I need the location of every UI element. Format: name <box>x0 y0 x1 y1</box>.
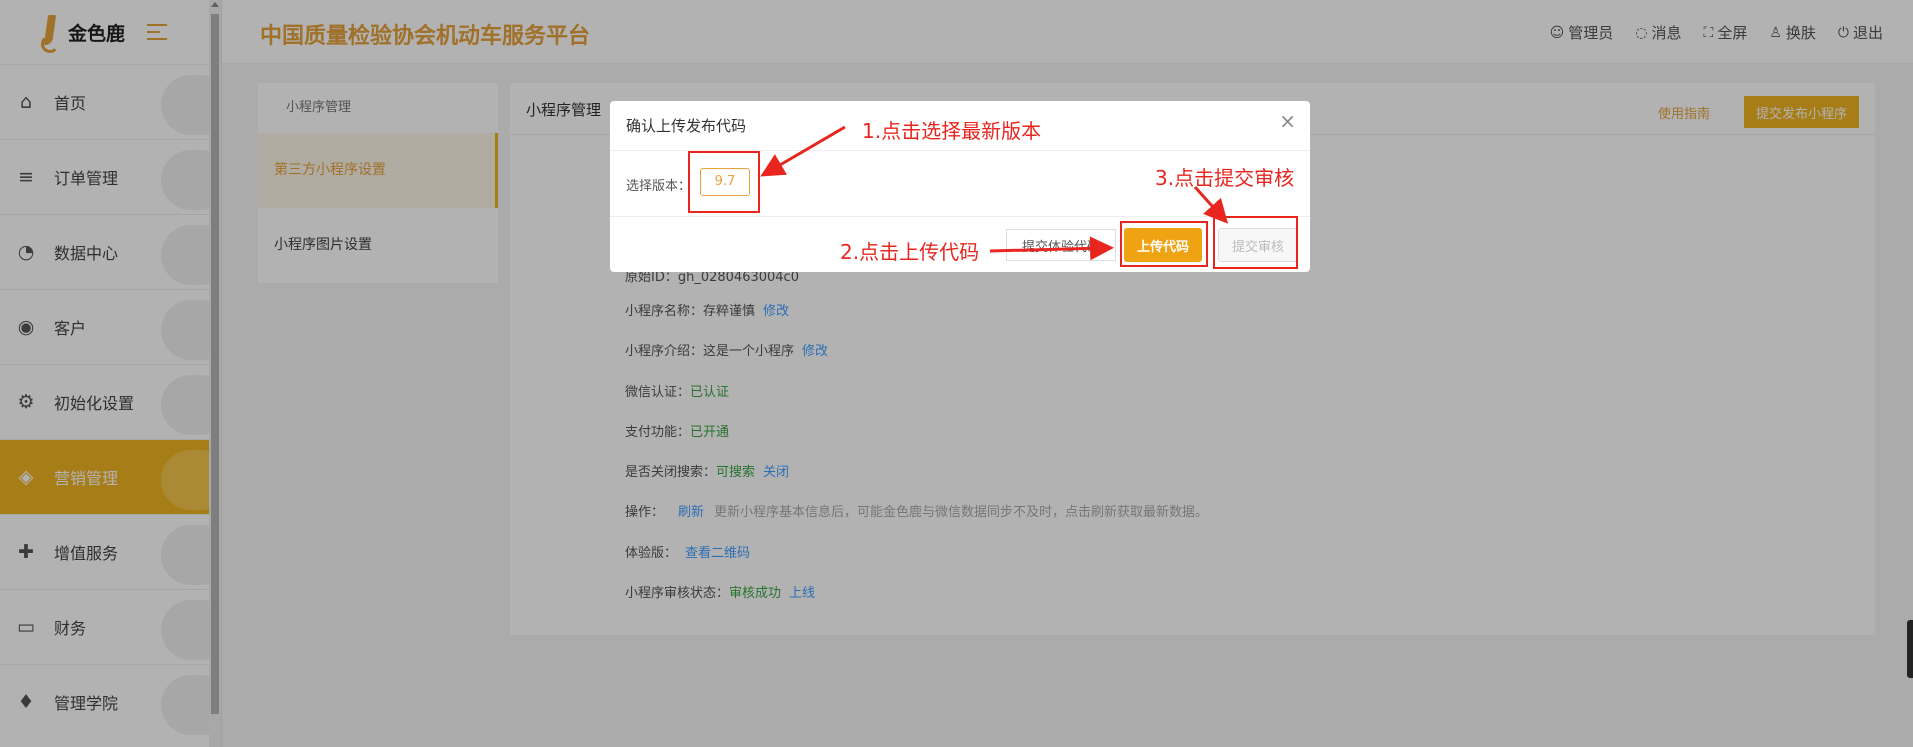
close-icon[interactable]: × <box>1279 109 1296 133</box>
submit-experience-code-button[interactable]: 提交体验代码 <box>1006 229 1116 261</box>
dialog-footer-divider <box>610 216 1310 217</box>
annotation-box-version <box>688 151 760 213</box>
annotation-box-upload <box>1120 221 1208 267</box>
annotation-step-1: 1.点击选择最新版本 <box>862 119 1042 143</box>
annotation-step-3: 3.点击提交审核 <box>1155 166 1295 190</box>
dialog-title: 确认上传发布代码 <box>626 117 747 135</box>
version-label: 选择版本： <box>626 179 692 194</box>
annotation-step-2: 2.点击上传代码 <box>840 240 980 264</box>
annotation-box-review <box>1213 216 1298 269</box>
